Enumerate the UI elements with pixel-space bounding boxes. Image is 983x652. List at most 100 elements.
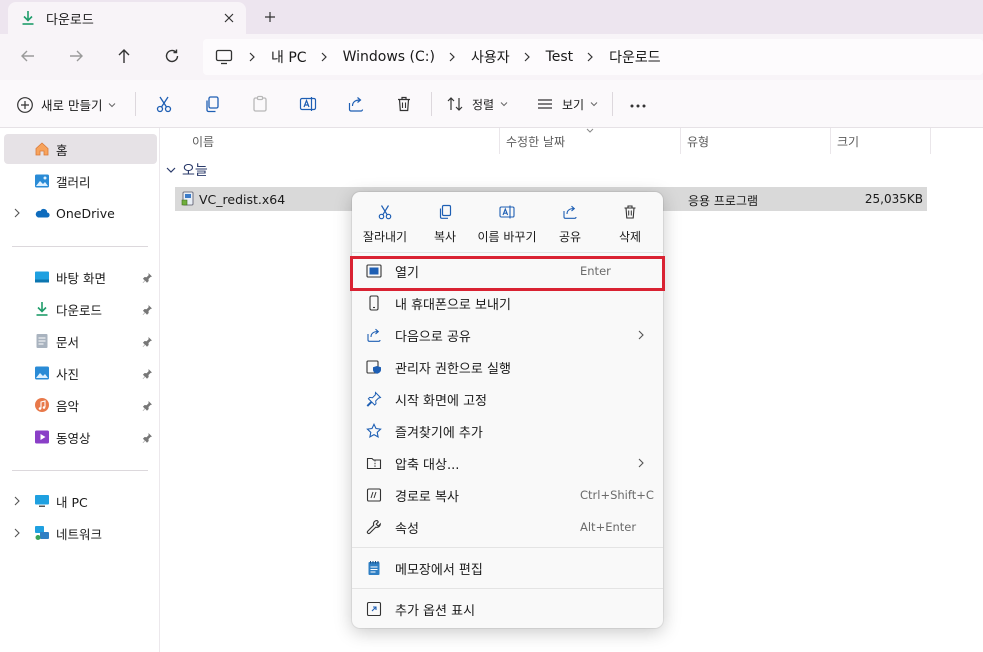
back-arrow-icon[interactable] xyxy=(19,47,37,65)
chevron-right-icon[interactable] xyxy=(12,208,22,218)
sidebar-item-desktop[interactable]: 바탕 화면 xyxy=(4,262,157,292)
sidebar-item-music[interactable]: 음악 xyxy=(4,390,157,420)
admin-shield-icon xyxy=(366,359,382,375)
tab-title: 다운로드 xyxy=(46,12,94,28)
sidebar-item-label: 갤러리 xyxy=(56,174,91,190)
toolbar-divider xyxy=(431,92,432,116)
pin-icon[interactable] xyxy=(142,400,153,411)
breadcrumb-item[interactable]: Test xyxy=(546,49,574,65)
menu-item-run-as-admin[interactable]: 관리자 권한으로 실행 xyxy=(352,351,663,383)
pin-icon[interactable] xyxy=(142,304,153,315)
gallery-icon xyxy=(34,173,50,189)
list-view-icon xyxy=(536,95,554,113)
chevron-right-icon[interactable] xyxy=(12,528,22,538)
up-arrow-icon[interactable] xyxy=(115,47,133,65)
download-icon xyxy=(20,10,36,26)
phone-icon xyxy=(366,295,382,311)
monitor-icon xyxy=(215,49,233,65)
share-icon[interactable] xyxy=(347,95,365,113)
menu-item-properties[interactable]: 속성 Alt+Enter xyxy=(352,511,663,543)
paste-icon xyxy=(251,95,269,113)
menu-item-compress[interactable]: 압축 대상... xyxy=(352,447,663,479)
sidebar-item-label: 홈 xyxy=(56,142,68,158)
rename-icon[interactable] xyxy=(299,95,317,113)
menu-item-edit-notepad[interactable]: 메모장에서 편집 xyxy=(352,552,663,584)
navigation-pane: 홈 갤러리 OneDrive 바탕 화면 다운로드 문서 사진 음악 동영상 내… xyxy=(0,128,160,652)
delete-icon xyxy=(622,204,638,220)
pin-icon[interactable] xyxy=(142,432,153,443)
sidebar-item-label: OneDrive xyxy=(56,205,115,221)
column-header-name[interactable]: 이름 xyxy=(186,128,500,154)
quick-action-label: 이름 바꾸기 xyxy=(477,230,537,244)
menu-item-label: 관리자 권한으로 실행 xyxy=(395,361,511,377)
quick-action-share[interactable]: 공유 xyxy=(540,204,600,250)
sidebar-item-label: 음악 xyxy=(56,398,80,414)
cut-icon[interactable] xyxy=(155,95,173,113)
sidebar-item-onedrive[interactable]: OneDrive xyxy=(4,198,157,228)
sidebar-item-this-pc[interactable]: 내 PC xyxy=(4,486,157,516)
new-tab-icon[interactable] xyxy=(262,9,278,25)
quick-action-cut[interactable]: 잘라내기 xyxy=(355,204,415,250)
copy-icon[interactable] xyxy=(203,95,221,113)
view-button[interactable]: 보기 xyxy=(536,95,598,113)
column-header-label: 크기 xyxy=(837,134,860,149)
tab-downloads[interactable]: 다운로드 xyxy=(8,2,246,34)
quick-action-delete[interactable]: 삭제 xyxy=(600,204,660,250)
delete-icon[interactable] xyxy=(395,95,413,113)
sort-indicator-icon xyxy=(586,128,594,134)
address-bar[interactable]: 내 PC Windows (C:) 사용자 Test 다운로드 xyxy=(203,39,983,75)
more-options-icon[interactable] xyxy=(628,96,648,116)
sidebar-divider xyxy=(12,246,148,247)
menu-divider xyxy=(352,547,663,548)
menu-item-copy-path[interactable]: 경로로 복사 Ctrl+Shift+C xyxy=(352,479,663,511)
chevron-down-icon xyxy=(500,100,508,108)
chevron-right-icon[interactable] xyxy=(12,496,22,506)
close-tab-icon[interactable] xyxy=(222,11,236,25)
sidebar-item-home[interactable]: 홈 xyxy=(4,134,157,164)
breadcrumb-chevron-icon xyxy=(447,52,457,62)
share-icon xyxy=(562,204,578,220)
installer-icon xyxy=(180,191,196,207)
breadcrumb-item[interactable]: Windows (C:) xyxy=(343,49,435,65)
menu-item-label: 압축 대상... xyxy=(395,457,460,473)
pin-icon[interactable] xyxy=(142,336,153,347)
column-header-modified[interactable]: 수정한 날짜 xyxy=(500,128,681,154)
quick-action-copy[interactable]: 복사 xyxy=(415,204,475,250)
sidebar-item-pictures[interactable]: 사진 xyxy=(4,358,157,388)
breadcrumb-item[interactable]: 다운로드 xyxy=(609,47,661,67)
sidebar-item-gallery[interactable]: 갤러리 xyxy=(4,166,157,196)
breadcrumb-item[interactable]: 내 PC xyxy=(271,47,307,67)
video-icon xyxy=(34,429,50,445)
column-header-type[interactable]: 유형 xyxy=(681,128,831,154)
breadcrumb-chevron-icon xyxy=(247,52,257,62)
new-button[interactable]: 새로 만들기 xyxy=(16,95,116,114)
pin-icon[interactable] xyxy=(142,368,153,379)
group-header-today[interactable]: 오늘 xyxy=(166,160,208,180)
menu-item-add-favorite[interactable]: 즐겨찾기에 추가 xyxy=(352,415,663,447)
breadcrumb-item[interactable]: 사용자 xyxy=(471,47,510,67)
sidebar-item-videos[interactable]: 동영상 xyxy=(4,422,157,452)
menu-item-label: 속성 xyxy=(395,521,419,537)
sort-button-label: 정렬 xyxy=(472,97,495,112)
copy-icon xyxy=(437,204,453,220)
menu-item-label: 메모장에서 편집 xyxy=(395,562,483,578)
menu-item-pin-to-start[interactable]: 시작 화면에 고정 xyxy=(352,383,663,415)
menu-item-send-to-phone[interactable]: 내 휴대폰으로 보내기 xyxy=(352,287,663,319)
sidebar-divider xyxy=(12,470,148,471)
forward-arrow-icon[interactable] xyxy=(67,47,85,65)
sidebar-item-documents[interactable]: 문서 xyxy=(4,326,157,356)
chevron-down-icon xyxy=(108,101,116,109)
sidebar-item-downloads[interactable]: 다운로드 xyxy=(4,294,157,324)
pin-icon[interactable] xyxy=(142,272,153,283)
chevron-down-icon xyxy=(590,100,598,108)
column-header-size[interactable]: 크기 xyxy=(831,128,931,154)
menu-item-more-options[interactable]: 추가 옵션 표시 xyxy=(352,593,663,625)
quick-action-rename[interactable]: 이름 바꾸기 xyxy=(477,204,537,250)
file-type: 응용 프로그램 xyxy=(688,194,759,208)
breadcrumb-chevron-icon xyxy=(319,52,329,62)
sort-button[interactable]: 정렬 xyxy=(446,95,508,113)
sidebar-item-network[interactable]: 네트워크 xyxy=(4,518,157,548)
sidebar-item-label: 내 PC xyxy=(56,494,88,510)
refresh-icon[interactable] xyxy=(163,47,181,65)
menu-item-share-with[interactable]: 다음으로 공유 xyxy=(352,319,663,351)
